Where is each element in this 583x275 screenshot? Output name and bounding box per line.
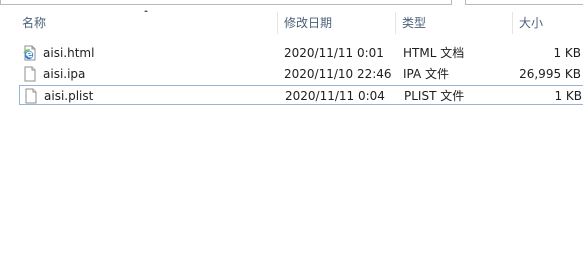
file-row-aisi-html[interactable]: aisi.html 2020/11/11 0:01 HTML 文档 1 KB: [19, 43, 583, 63]
file-date-modified: 2020/11/10 22:46: [284, 67, 392, 81]
file-type: PLIST 文件: [404, 89, 465, 103]
column-header-name[interactable]: 名称: [16, 12, 276, 34]
file-explorer-window: 名称 修改日期 类型 大小 aisi.html 2020/11/11 0:01 …: [0, 0, 583, 275]
file-name: aisi.plist: [44, 89, 94, 103]
column-header-type[interactable]: 类型: [395, 12, 512, 34]
edge-html-icon: [23, 45, 36, 61]
file-date-modified: 2020/11/11 0:01: [284, 46, 384, 60]
search-box-edge[interactable]: [465, 0, 583, 5]
column-header-size[interactable]: 大小: [512, 12, 583, 34]
file-type: IPA 文件: [403, 67, 450, 81]
column-header-row: 名称 修改日期 类型 大小: [0, 12, 583, 34]
file-name: aisi.html: [43, 46, 95, 60]
file-size: 26,995 KB: [519, 67, 581, 81]
file-row-aisi-plist[interactable]: aisi.plist 2020/11/11 0:04 PLIST 文件 1 KB: [19, 85, 583, 105]
file-date-modified: 2020/11/11 0:04: [285, 89, 385, 103]
column-header-date-modified[interactable]: 修改日期: [277, 12, 395, 34]
address-bar-edge[interactable]: [0, 0, 452, 5]
file-size: 1 KB: [553, 46, 581, 60]
top-toolbar-edge: [0, 0, 583, 6]
file-size: 1 KB: [554, 89, 582, 103]
blank-file-icon: [24, 66, 36, 82]
blank-file-icon: [25, 88, 37, 104]
file-name: aisi.ipa: [43, 67, 86, 81]
file-row-aisi-ipa[interactable]: aisi.ipa 2020/11/10 22:46 IPA 文件 26,995 …: [19, 64, 583, 84]
file-type: HTML 文档: [403, 46, 465, 60]
